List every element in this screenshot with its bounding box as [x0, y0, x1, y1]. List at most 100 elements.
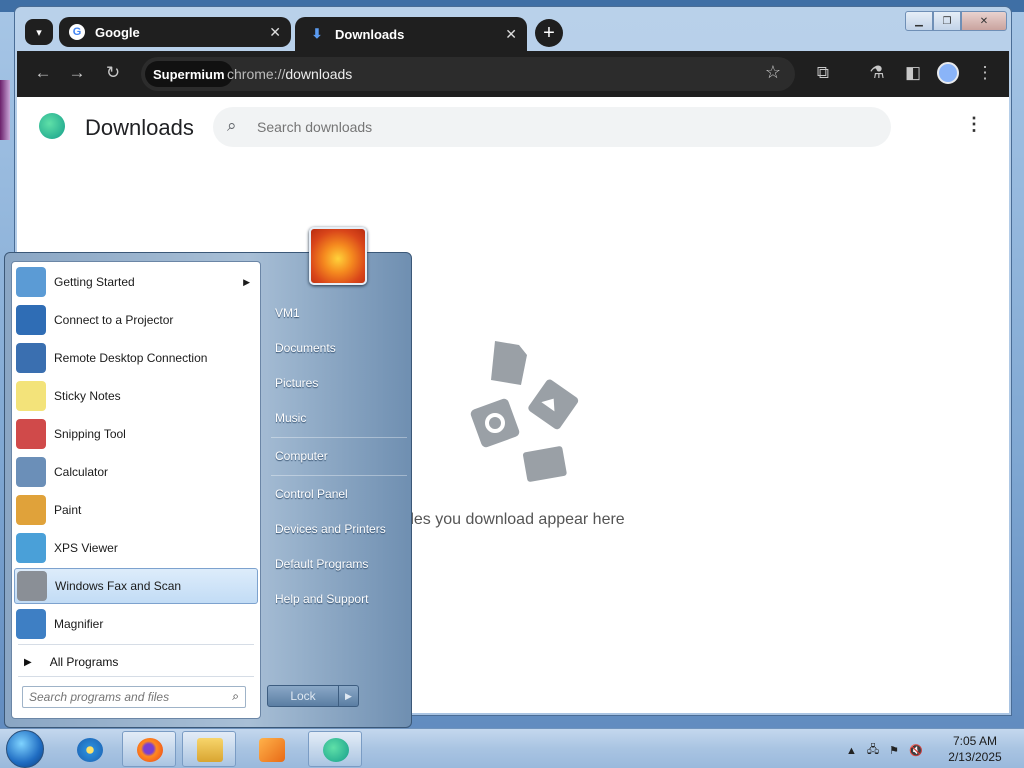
close-tab-icon[interactable]: ✕: [269, 24, 281, 41]
program-label: Getting Started: [54, 275, 135, 289]
taskbar-explorer[interactable]: [182, 731, 236, 767]
program-label: Calculator: [54, 465, 109, 479]
program-label: Remote Desktop Connection: [54, 351, 208, 365]
program-label: Sticky Notes: [54, 389, 121, 403]
start-link-music[interactable]: Music: [275, 411, 306, 425]
projector-icon: [16, 305, 46, 335]
start-link-devices-printers[interactable]: Devices and Printers: [275, 522, 386, 536]
explorer-icon: [197, 738, 223, 762]
start-link-user[interactable]: VM1: [275, 306, 300, 320]
user-picture-avatar[interactable]: [309, 227, 367, 285]
program-getting-started[interactable]: Getting Started ▶: [14, 264, 258, 300]
start-search-input[interactable]: [23, 687, 213, 707]
program-sticky-notes[interactable]: Sticky Notes: [14, 378, 258, 414]
labs-button[interactable]: ⚗: [863, 59, 891, 87]
tab-search-button[interactable]: ▾: [25, 19, 53, 45]
reload-button[interactable]: ↻: [99, 59, 127, 87]
program-label: Snipping Tool: [54, 427, 126, 441]
shutdown-options-button[interactable]: ▶: [339, 685, 359, 707]
new-tab-button[interactable]: +: [535, 19, 563, 47]
start-search-box[interactable]: ⌕: [22, 686, 246, 708]
firefox-icon: [137, 738, 163, 762]
network-icon[interactable]: 🖧: [867, 741, 879, 760]
back-arrow-icon: ←: [34, 63, 52, 82]
restore-button[interactable]: ❐: [933, 11, 961, 31]
program-magnifier[interactable]: Magnifier: [14, 606, 258, 642]
sticky-notes-icon: [16, 381, 46, 411]
page-menu-icon[interactable]: ⋮: [965, 115, 983, 133]
program-label: Windows Fax and Scan: [55, 579, 182, 593]
lock-button[interactable]: Lock: [267, 685, 339, 707]
browser-toolbar: ← → ↻ Supermium chrome://downloads ☆ ⧉ ⚗…: [17, 51, 1009, 97]
supermium-icon: [323, 738, 349, 762]
start-link-documents[interactable]: Documents: [275, 341, 336, 355]
program-windows-fax-and-scan[interactable]: Windows Fax and Scan: [14, 568, 258, 604]
close-window-button[interactable]: ✕: [961, 11, 1007, 31]
program-paint[interactable]: Paint: [14, 492, 258, 528]
video-icon: [523, 446, 567, 482]
search-icon[interactable]: ⌕: [232, 689, 239, 704]
bookmark-star-icon[interactable]: ☆: [765, 62, 781, 83]
program-calculator[interactable]: Calculator: [14, 454, 258, 490]
triangle-right-icon: ▶: [24, 656, 32, 668]
start-button[interactable]: [6, 730, 44, 768]
start-link-computer[interactable]: Computer: [275, 449, 328, 463]
taskbar-media-player[interactable]: [244, 731, 298, 767]
show-hidden-icons-icon[interactable]: ▲: [846, 745, 857, 757]
close-tab-icon[interactable]: ✕: [505, 26, 517, 43]
tab-google[interactable]: G Google ✕: [59, 17, 291, 47]
address-bar[interactable]: Supermium chrome://downloads ☆: [141, 57, 795, 91]
start-link-pictures[interactable]: Pictures: [275, 376, 318, 390]
downloads-search[interactable]: ⌕: [213, 107, 891, 147]
start-link-control-panel[interactable]: Control Panel: [275, 487, 348, 501]
url-text[interactable]: chrome://downloads: [227, 66, 352, 82]
profile-chip[interactable]: Supermium: [145, 61, 233, 87]
search-input[interactable]: [257, 107, 857, 147]
tab-label: Google: [95, 24, 140, 40]
program-connect-to-projector[interactable]: Connect to a Projector: [14, 302, 258, 338]
program-label: Connect to a Projector: [54, 313, 174, 327]
program-remote-desktop[interactable]: Remote Desktop Connection: [14, 340, 258, 376]
taskbar-firefox[interactable]: [122, 731, 176, 767]
forward-button[interactable]: →: [63, 59, 91, 87]
program-label: Paint: [54, 503, 82, 517]
kebab-menu-icon: ⋮: [976, 63, 994, 82]
triangle-right-icon: ▶: [345, 690, 352, 701]
volume-muted-icon[interactable]: 🔇: [909, 744, 923, 757]
taskbar-internet-explorer[interactable]: [62, 731, 116, 767]
program-xps-viewer[interactable]: XPS Viewer: [14, 530, 258, 566]
program-snipping-tool[interactable]: Snipping Tool: [14, 416, 258, 452]
system-clock[interactable]: 7:05 AM 2/13/2025: [940, 733, 1010, 765]
profile-avatar-icon[interactable]: [937, 62, 959, 84]
taskbar-supermium[interactable]: [308, 731, 362, 767]
all-programs-label: All Programs: [49, 655, 119, 669]
clock-time: 7:05 AM: [952, 734, 998, 748]
program-label: Magnifier: [54, 617, 104, 631]
empty-downloads-illustration: [470, 341, 579, 482]
file-icon: [491, 341, 527, 385]
back-button[interactable]: ←: [29, 59, 57, 87]
minimize-button[interactable]: ▁: [905, 11, 933, 31]
snipping-tool-icon: [16, 419, 46, 449]
start-link-help-support[interactable]: Help and Support: [275, 592, 368, 606]
search-icon: ⌕: [227, 116, 237, 135]
url-path: downloads: [285, 66, 353, 82]
flask-icon: ⚗: [869, 63, 885, 82]
extensions-button[interactable]: ⧉: [809, 59, 837, 87]
page-title: Downloads: [85, 115, 194, 140]
tab-downloads[interactable]: ⬇ Downloads ✕: [295, 17, 527, 51]
divider: [18, 676, 254, 677]
forward-arrow-icon: →: [68, 63, 86, 82]
paint-icon: [16, 495, 46, 525]
minimize-icon: ▁: [915, 15, 923, 27]
restore-icon: ❐: [942, 15, 952, 27]
side-panel-button[interactable]: ◧: [899, 59, 927, 87]
puzzle-icon: ⧉: [816, 63, 830, 82]
submenu-arrow-icon: ▶: [243, 276, 250, 287]
start-link-default-programs[interactable]: Default Programs: [275, 557, 368, 571]
reload-icon: ↻: [105, 63, 121, 82]
calculator-icon: [16, 457, 46, 487]
menu-button[interactable]: ⋮: [971, 59, 999, 87]
all-programs-button[interactable]: ▶ All Programs: [18, 650, 256, 674]
flag-icon[interactable]: ⚑: [889, 744, 899, 757]
